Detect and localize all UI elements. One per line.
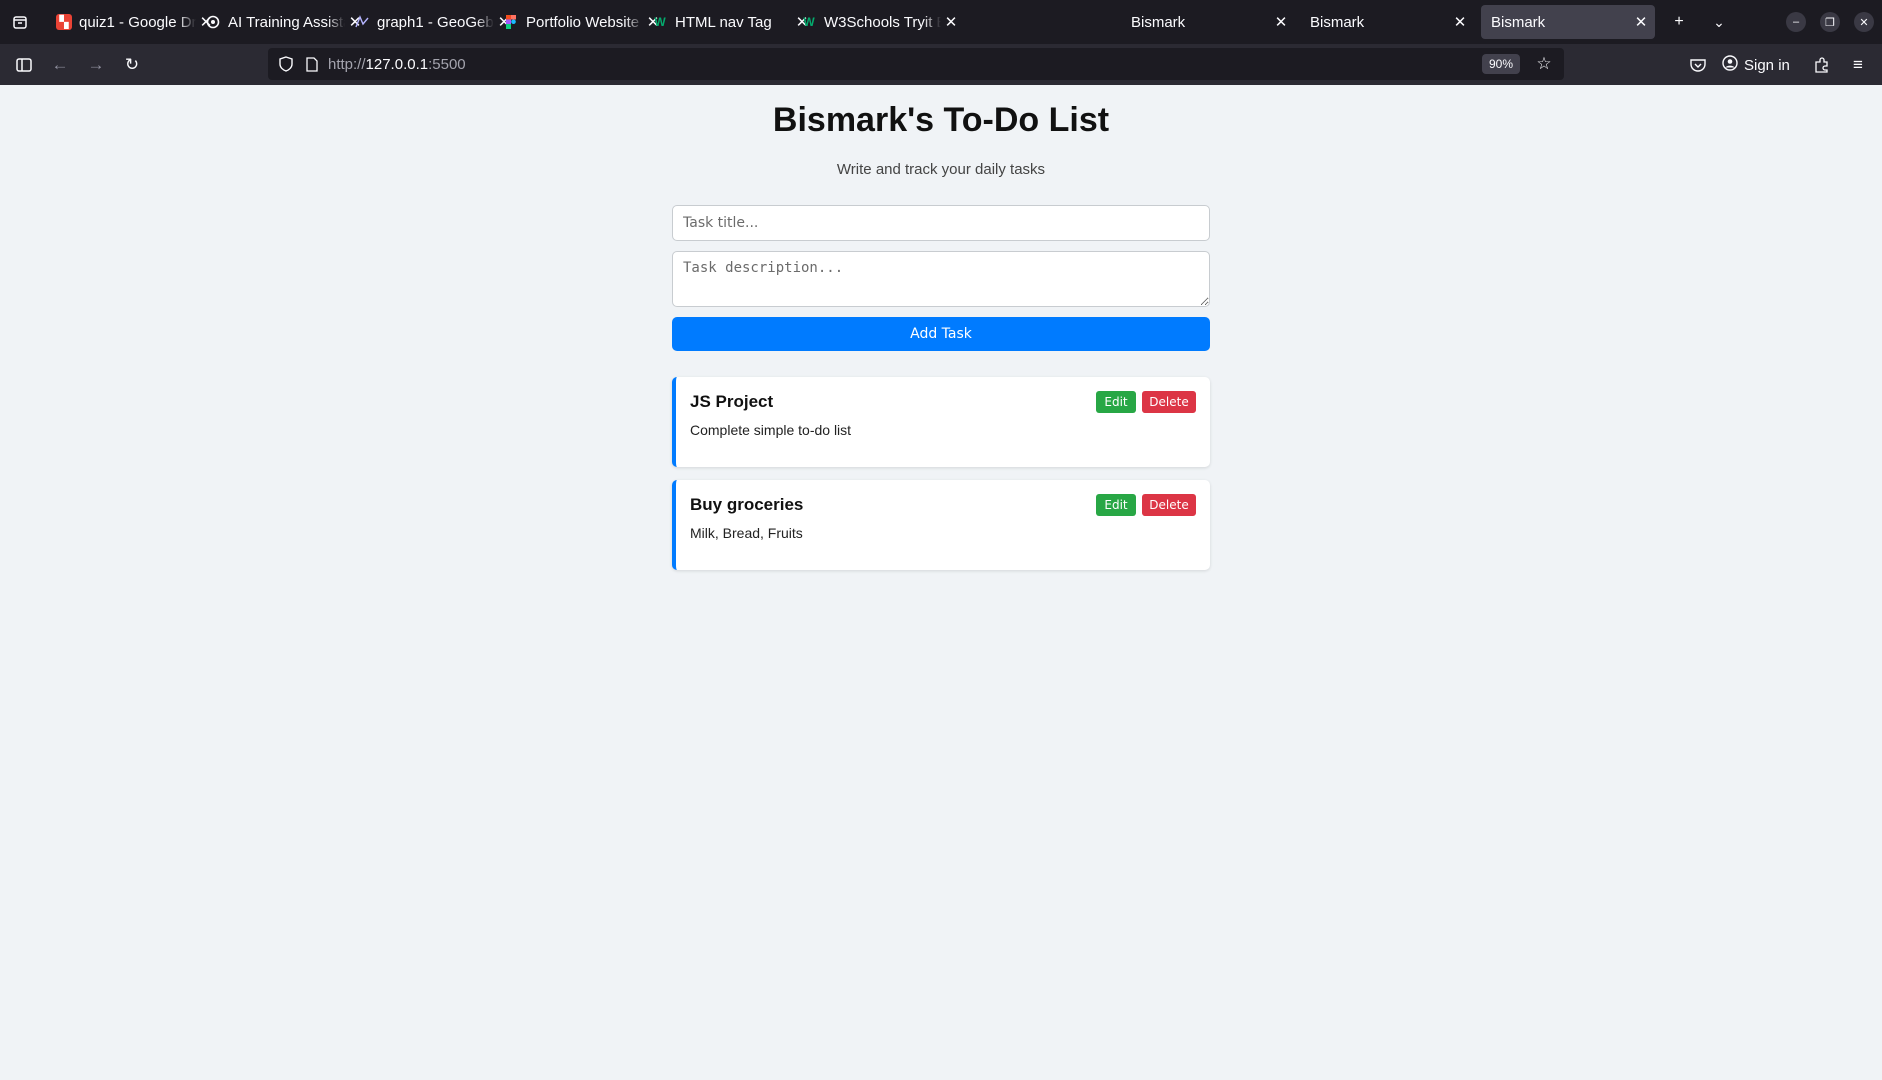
sign-in-label: Sign in xyxy=(1744,56,1790,74)
google-drawings-icon: ▚ xyxy=(56,14,72,30)
url-host: 127.0.0.1 xyxy=(365,56,429,73)
browser-tab[interactable]: W W3Schools Tryit Editor ✕ xyxy=(791,5,965,39)
browser-tab[interactable]: ▚ quiz1 - Google Drawings ✕ xyxy=(46,5,220,39)
bookmark-star-icon[interactable]: ☆ xyxy=(1532,52,1556,76)
figma-icon xyxy=(503,14,519,30)
reload-icon[interactable]: ↻ xyxy=(120,53,144,77)
edit-task-button[interactable]: Edit xyxy=(1096,391,1136,413)
shield-icon[interactable] xyxy=(274,52,298,76)
browser-tab[interactable]: AI Training Assistant ✕ xyxy=(195,5,369,39)
extensions-puzzle-icon[interactable] xyxy=(1810,53,1834,77)
forward-arrow-icon[interactable]: → xyxy=(84,53,108,77)
openai-icon xyxy=(205,14,221,30)
page-info-icon[interactable] xyxy=(300,52,324,76)
task-title: Buy groceries xyxy=(690,495,804,514)
task-description-input[interactable] xyxy=(672,251,1210,307)
close-window-icon[interactable]: ✕ xyxy=(1854,12,1874,32)
tab-title: Bismark xyxy=(1131,13,1186,31)
tab-title: HTML nav Tag xyxy=(675,13,772,31)
sign-in-button[interactable]: Sign in xyxy=(1722,51,1802,79)
back-arrow-icon[interactable]: ← xyxy=(48,53,72,77)
sidebar-toggle-icon[interactable] xyxy=(12,53,36,77)
add-task-button[interactable]: Add Task xyxy=(672,317,1210,351)
browser-tab[interactable]: graph1 - GeoGebra ✕ xyxy=(344,5,518,39)
list-tabs-chevron-down-icon[interactable]: ⌄ xyxy=(1707,10,1731,34)
browser-tab[interactable]: Bismark ✕ xyxy=(1300,5,1474,39)
task-card: Buy groceries Edit Delete Milk, Bread, F… xyxy=(672,480,1210,570)
address-bar[interactable]: http://127.0.0.1:5500 90% ☆ xyxy=(268,48,1564,80)
w3schools-icon: W xyxy=(654,15,666,29)
tab-close-icon[interactable]: ✕ xyxy=(1631,13,1651,31)
task-description: Complete simple to-do list xyxy=(690,422,852,438)
tab-close-icon[interactable]: ✕ xyxy=(941,13,961,31)
hamburger-menu-icon[interactable]: ≡ xyxy=(1846,53,1870,77)
browser-tab[interactable]: Bismark ✕ xyxy=(1121,5,1295,39)
browser-tab[interactable]: Portfolio Website Design ✕ xyxy=(493,5,667,39)
task-title-input[interactable] xyxy=(672,205,1210,241)
page-subtitle: Write and track your daily tasks xyxy=(836,161,1046,178)
tab-title: AI Training Assistant xyxy=(228,13,345,31)
url-scheme: http:// xyxy=(328,56,366,73)
browser-tab-bar: ▚ quiz1 - Google Drawings ✕ AI Training … xyxy=(0,0,1882,44)
task-card: JS Project Edit Delete Complete simple t… xyxy=(672,377,1210,467)
w3schools-icon: W xyxy=(803,15,815,29)
tab-close-icon[interactable]: ✕ xyxy=(1271,13,1291,31)
geogebra-icon xyxy=(354,14,370,30)
url-text[interactable]: http://127.0.0.1:5500 xyxy=(328,56,466,73)
account-icon xyxy=(1722,55,1738,75)
new-tab-icon[interactable]: + xyxy=(1667,10,1691,34)
restore-window-icon[interactable]: ❐ xyxy=(1820,12,1840,32)
tab-overview-icon[interactable] xyxy=(8,10,32,34)
browser-tab[interactable]: W HTML nav Tag ✕ xyxy=(642,5,816,39)
tab-title: quiz1 - Google Drawings xyxy=(79,13,196,31)
tab-title: Bismark xyxy=(1491,13,1546,31)
tab-title: graph1 - GeoGebra xyxy=(377,13,494,31)
tab-title: Bismark xyxy=(1310,13,1365,31)
pocket-icon[interactable] xyxy=(1686,53,1710,77)
edit-task-button[interactable]: Edit xyxy=(1096,494,1136,516)
page-viewport: Bismark's To-Do List Write and track you… xyxy=(0,85,1882,1080)
tab-close-icon[interactable]: ✕ xyxy=(1450,13,1470,31)
tab-title: W3Schools Tryit Editor xyxy=(824,13,941,31)
tab-title: Portfolio Website Design xyxy=(526,13,643,31)
task-description: Milk, Bread, Fruits xyxy=(690,525,803,541)
delete-task-button[interactable]: Delete xyxy=(1142,391,1196,413)
task-title: JS Project xyxy=(690,392,774,411)
delete-task-button[interactable]: Delete xyxy=(1142,494,1196,516)
browser-nav-bar: ← → ↻ http://127.0.0.1:5500 90% ☆ Sign i… xyxy=(0,44,1882,85)
browser-tab-active[interactable]: Bismark ✕ xyxy=(1481,5,1655,39)
url-port: :5500 xyxy=(428,56,466,73)
zoom-level-badge[interactable]: 90% xyxy=(1481,54,1520,74)
minimize-window-icon[interactable]: – xyxy=(1786,12,1806,32)
page-title: Bismark's To-Do List xyxy=(772,101,1110,139)
